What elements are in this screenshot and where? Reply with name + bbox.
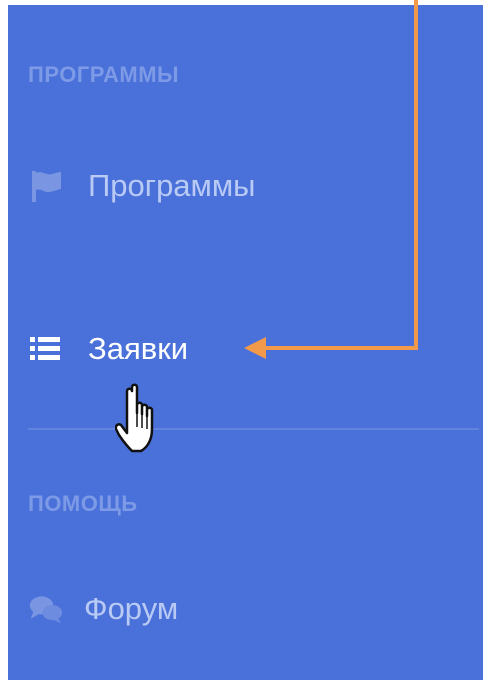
- sidebar: ПРОГРАММЫ Программы Заявки ПОМОЩЬ Форум: [8, 5, 483, 680]
- section-title-help: ПОМОЩЬ: [28, 491, 138, 516]
- screenshot-frame: ПРОГРАММЫ Программы Заявки ПОМОЩЬ Форум: [0, 0, 483, 685]
- section-title-programs: ПРОГРАММЫ: [28, 62, 180, 87]
- sidebar-item-programs[interactable]: Программы: [28, 168, 255, 204]
- sidebar-item-label: Форум: [84, 591, 179, 626]
- sidebar-item-label: Заявки: [88, 331, 189, 366]
- chat-bubbles-icon: [28, 591, 64, 627]
- sidebar-item-label: Программы: [88, 168, 256, 203]
- list-icon: [28, 331, 64, 367]
- hand-cursor-icon: [114, 383, 167, 460]
- flag-icon: [28, 168, 64, 204]
- sidebar-item-forum[interactable]: Форум: [28, 591, 178, 627]
- divider: [28, 428, 479, 430]
- sidebar-item-requests[interactable]: Заявки: [28, 331, 188, 367]
